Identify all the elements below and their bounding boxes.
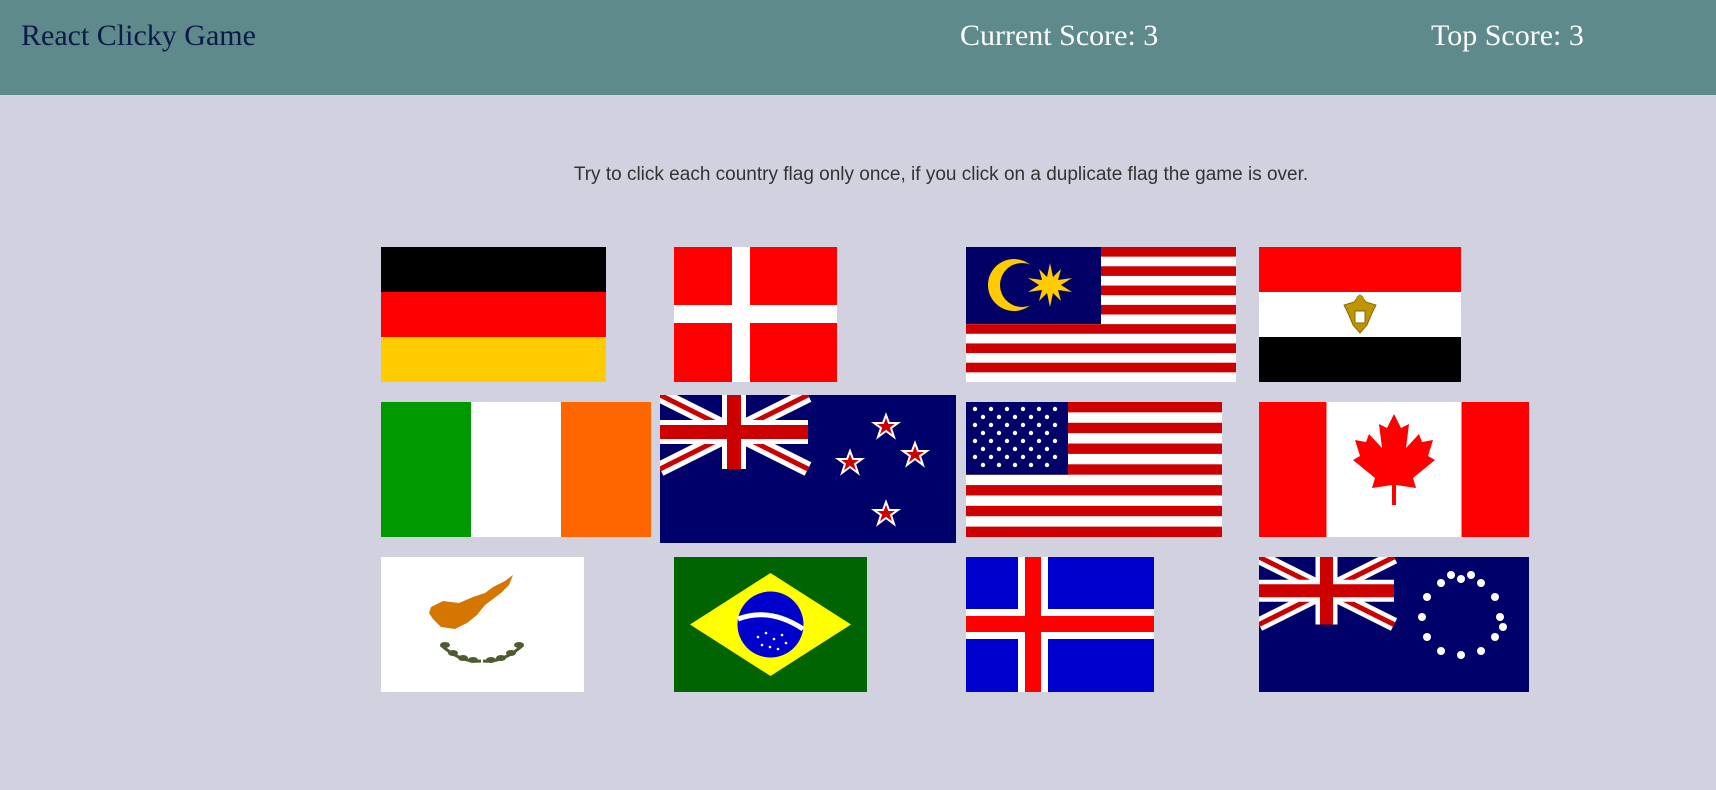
flag-canada[interactable] bbox=[1259, 402, 1529, 537]
flag-cook-islands[interactable] bbox=[1259, 557, 1529, 692]
current-score: Current Score: 3 bbox=[960, 19, 1159, 52]
flag-united-states[interactable] bbox=[966, 402, 1222, 537]
flag-malaysia[interactable] bbox=[966, 247, 1236, 382]
flag-iceland[interactable] bbox=[966, 557, 1154, 692]
flag-brazil[interactable] bbox=[674, 557, 867, 692]
flag-egypt[interactable] bbox=[1259, 247, 1461, 382]
flag-new-zealand[interactable] bbox=[660, 395, 956, 543]
top-score: Top Score: 3 bbox=[1431, 19, 1584, 52]
flag-denmark[interactable] bbox=[674, 247, 837, 382]
flag-cyprus[interactable] bbox=[381, 557, 584, 692]
flag-germany[interactable] bbox=[381, 247, 606, 382]
flag-ireland[interactable] bbox=[381, 402, 651, 537]
game-instructions: Try to click each country flag only once… bbox=[573, 164, 1309, 185]
brand-title[interactable]: React Clicky Game bbox=[21, 19, 256, 53]
navbar: React Clicky Game Current Score: 3 Top S… bbox=[0, 0, 1716, 95]
